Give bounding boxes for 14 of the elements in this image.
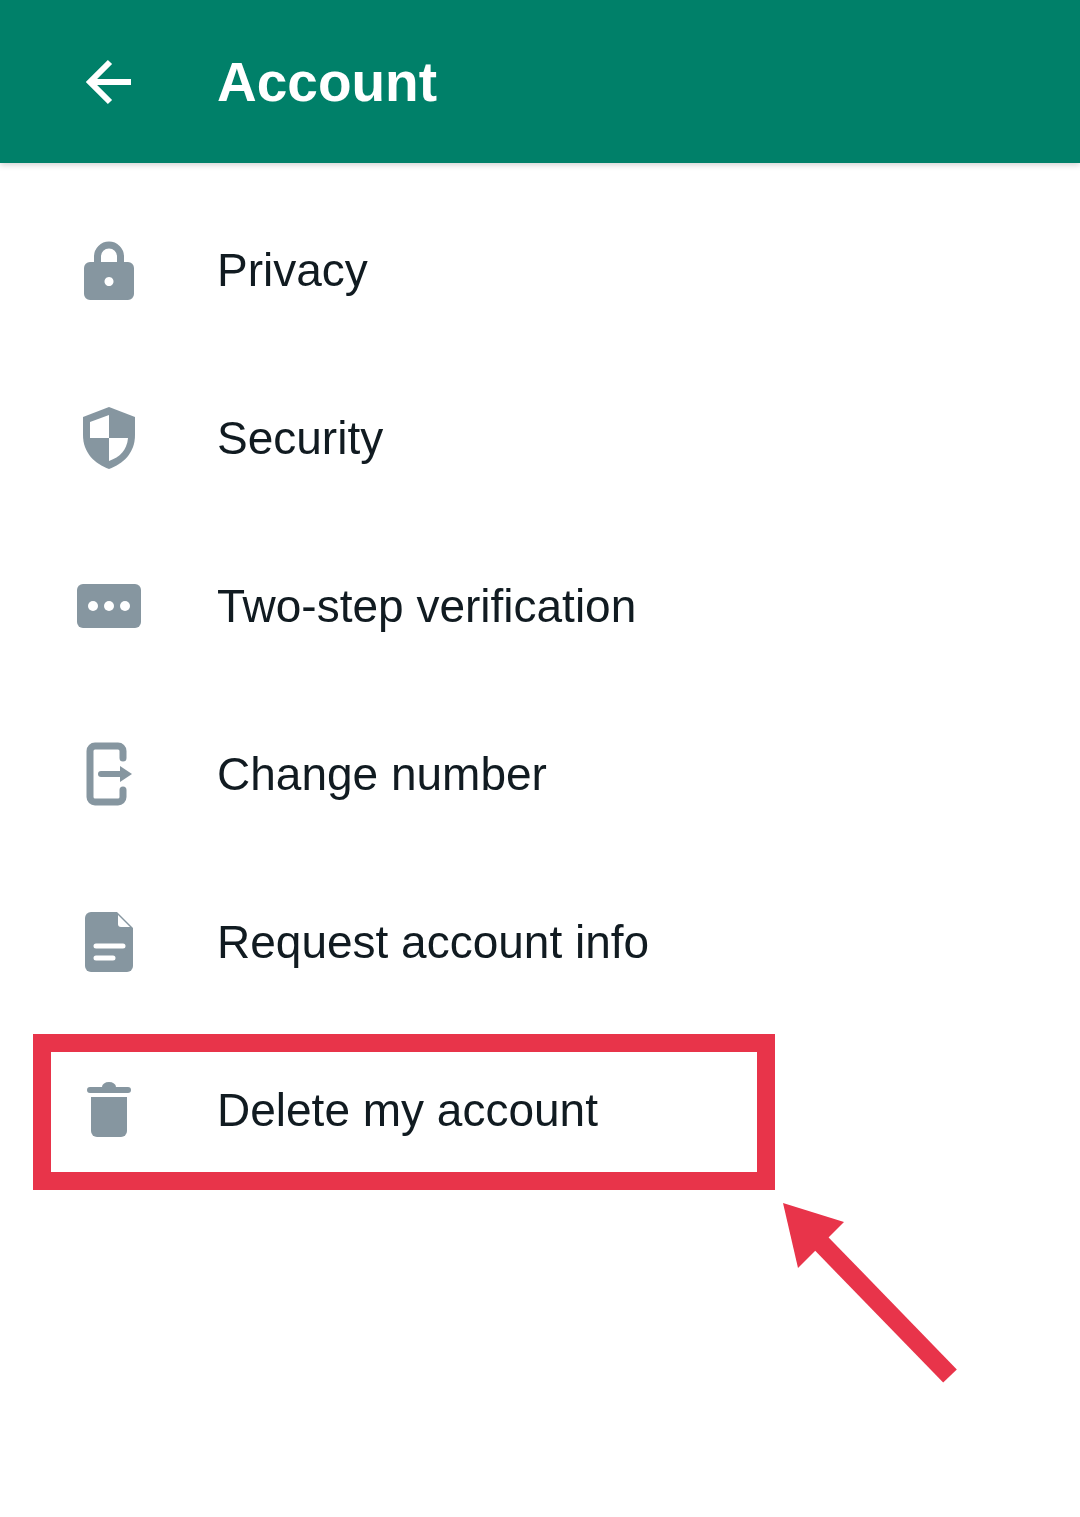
settings-item[interactable]: Security (0, 354, 1080, 522)
settings-item[interactable]: Request account info (0, 858, 1080, 1026)
arrow-left-icon (84, 58, 133, 105)
padlock-icon (83, 240, 134, 300)
settings-item[interactable]: Delete my account (0, 1026, 1080, 1194)
dots-keypad-icon (76, 584, 141, 628)
phone-arrow-icon (85, 742, 132, 806)
shield-icon (82, 407, 135, 469)
screen-title: Account (217, 49, 437, 115)
settings-item[interactable]: Change number (0, 690, 1080, 858)
document-icon (84, 912, 133, 972)
trash-icon (86, 1082, 131, 1138)
settings-item[interactable]: Privacy (0, 186, 1080, 354)
settings-item[interactable]: Two-step verification (0, 522, 1080, 690)
